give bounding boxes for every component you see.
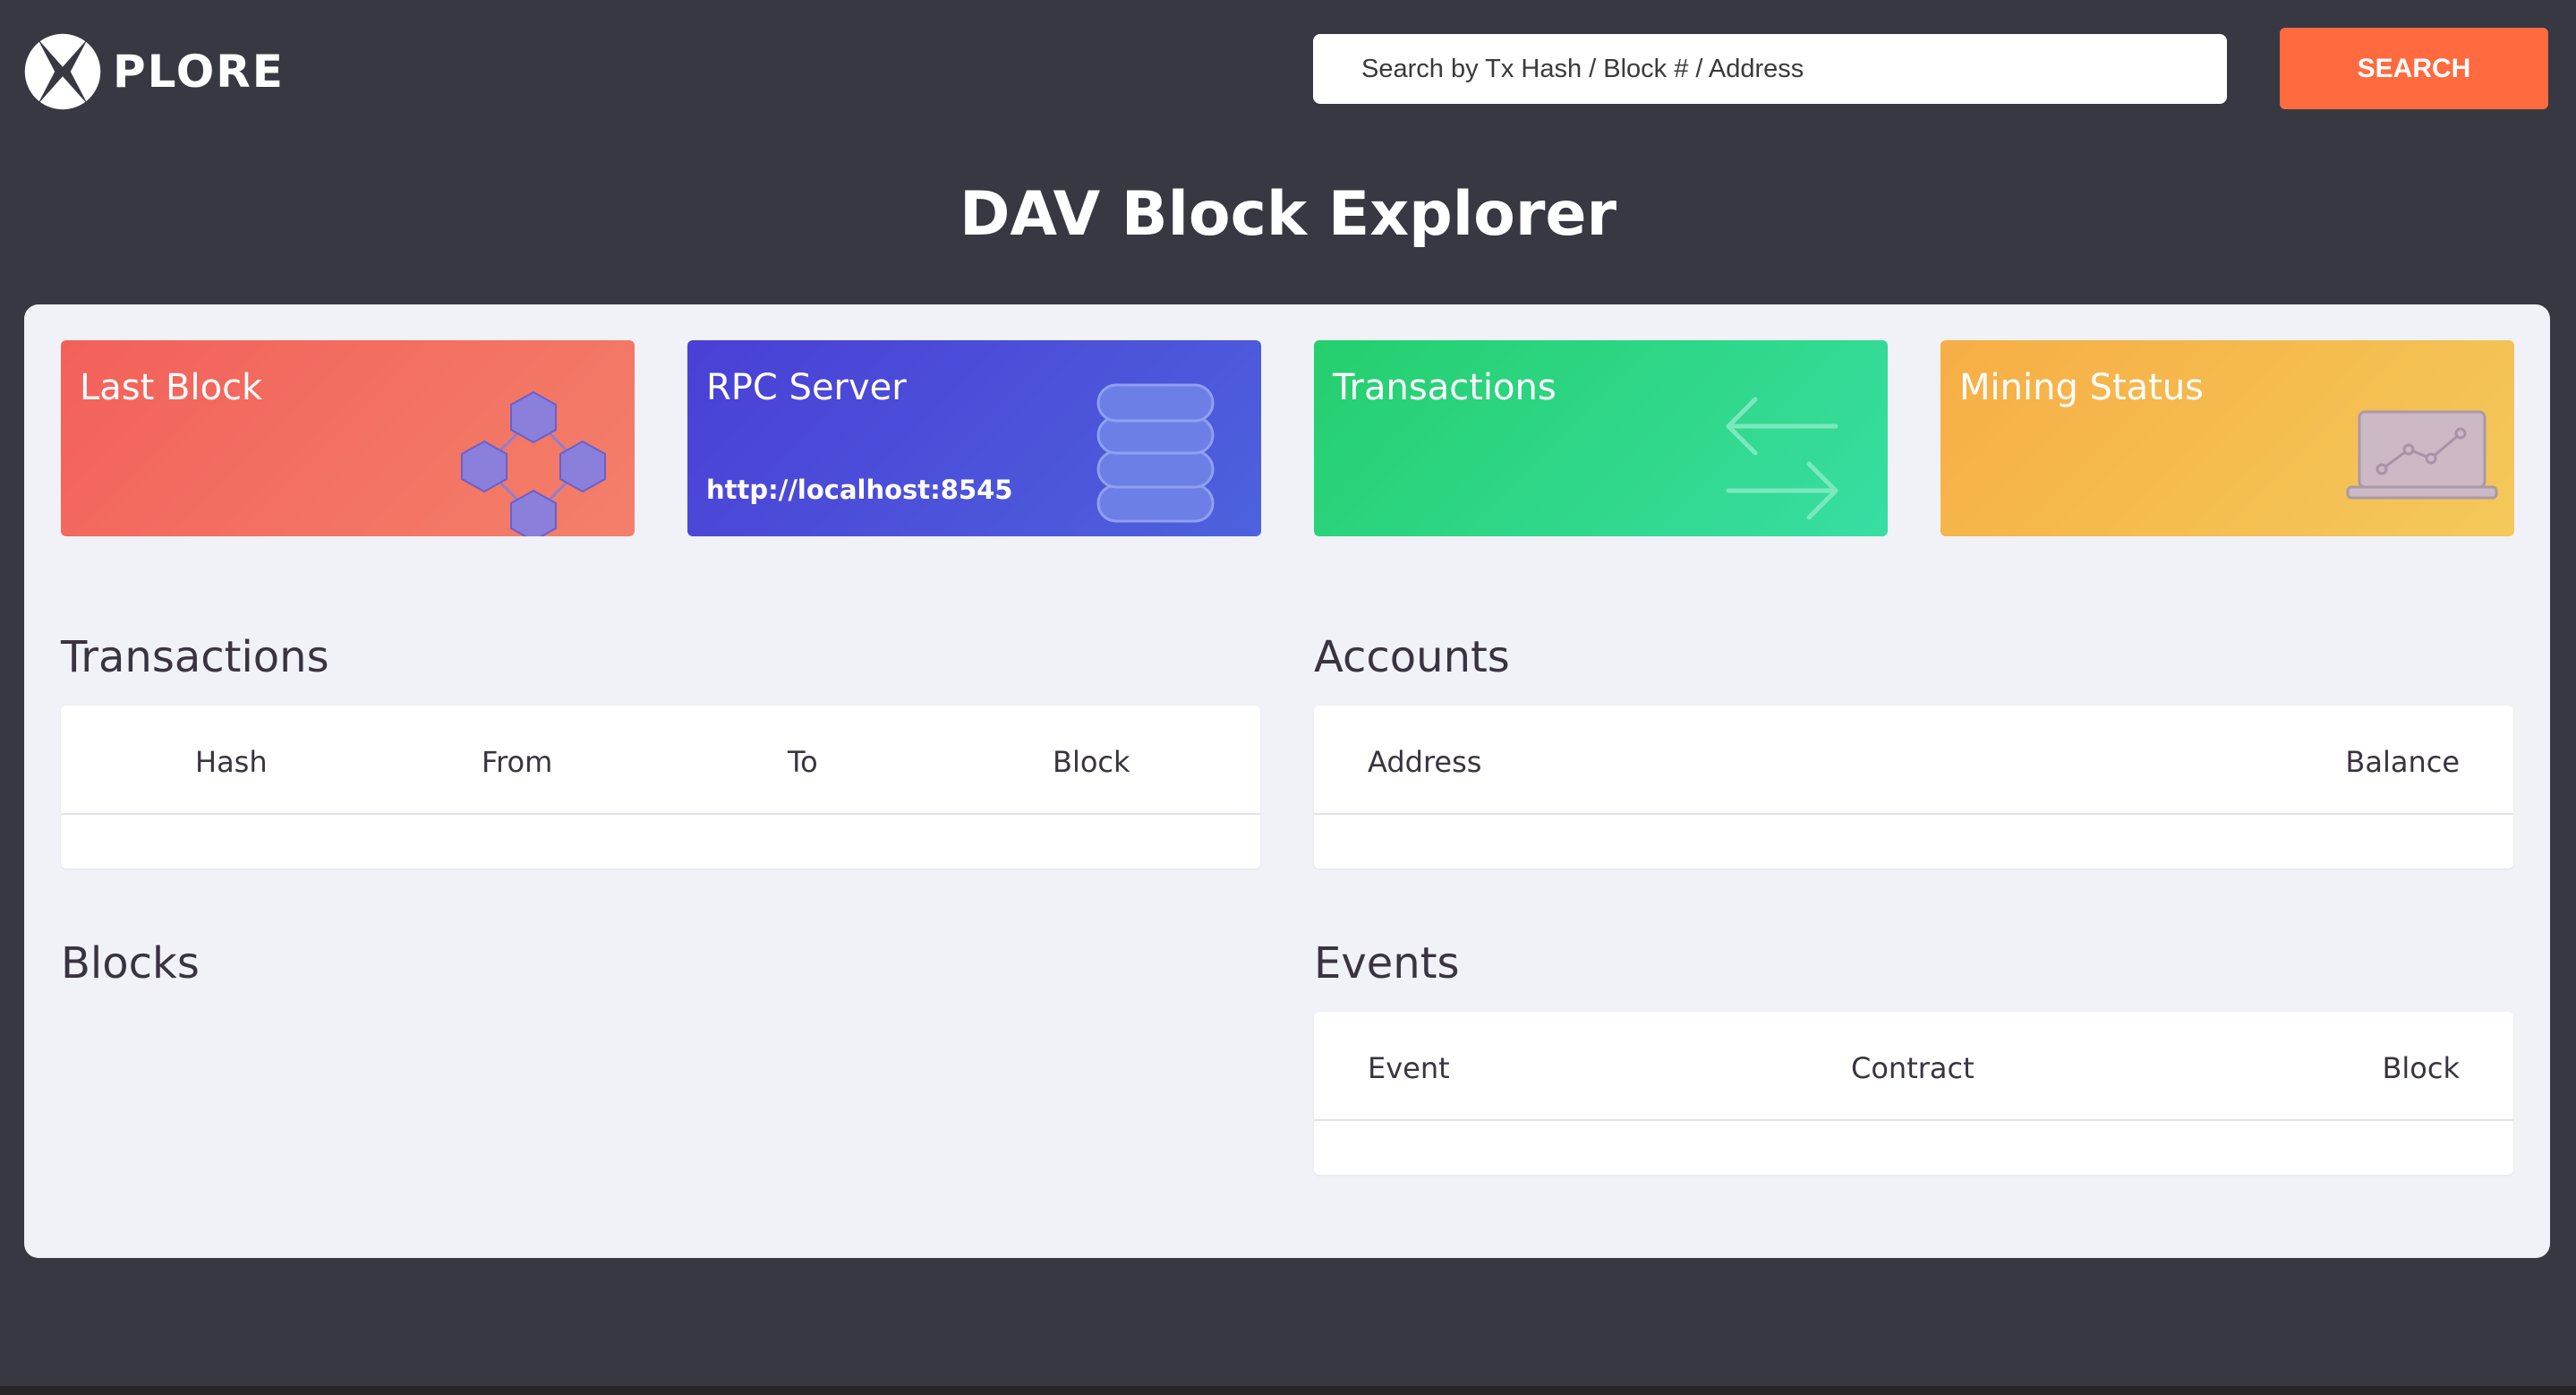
column-header-balance[interactable]: Balance [2345,745,2460,779]
card-title: RPC Server [706,367,907,408]
card-transactions[interactable]: Transactions [1314,340,1888,536]
search-box[interactable] [1313,34,2227,104]
transactions-heading: Transactions [61,632,329,682]
card-title: Mining Status [1959,367,2205,408]
brand-logo[interactable]: PLORE [23,32,285,111]
table-body [1314,815,2513,869]
table-header: Hash From To Block [61,706,1260,815]
column-header-block[interactable]: Block [2382,1051,2460,1085]
search-input[interactable] [1360,53,2225,85]
events-table: Event Contract Block [1314,1012,2513,1175]
table-body [61,815,1260,869]
dashboard-panel: Last Block RPC Server http://localhost:8… [24,304,2550,1258]
column-header-block[interactable]: Block [1053,745,1130,779]
page-title: DAV Block Explorer [959,179,1617,250]
blocks-heading: Blocks [61,938,200,988]
table-header: Event Contract Block [1314,1012,2513,1121]
card-last-block[interactable]: Last Block [61,340,635,536]
rpc-url: http://localhost:8545 [706,475,1013,505]
search-button[interactable]: SEARCH [2280,28,2548,109]
x-logo-icon [24,33,101,110]
accounts-table: Address Balance [1314,706,2513,869]
card-title: Transactions [1333,367,1557,408]
card-rpc-server[interactable]: RPC Server http://localhost:8545 [687,340,1261,536]
column-header-to[interactable]: To [788,745,818,779]
transactions-table: Hash From To Block [61,706,1260,869]
exchange-arrows-icon [1726,397,1838,520]
column-header-hash[interactable]: Hash [195,745,268,779]
events-heading: Events [1314,938,1460,988]
column-header-address[interactable]: Address [1368,745,1481,779]
table-header: Address Balance [1314,706,2513,815]
logo-text: PLORE [113,46,285,98]
table-body [1314,1121,2513,1175]
database-icon [1096,383,1215,523]
blocks-icon [461,390,606,536]
footer-strip [0,1386,2576,1395]
column-header-event[interactable]: Event [1368,1051,1450,1085]
column-header-contract[interactable]: Contract [1851,1051,1975,1085]
accounts-heading: Accounts [1314,632,1510,682]
laptop-chart-icon [2346,410,2498,500]
card-title: Last Block [80,367,263,408]
column-header-from[interactable]: From [482,745,552,779]
card-mining-status[interactable]: Mining Status [1941,340,2514,536]
